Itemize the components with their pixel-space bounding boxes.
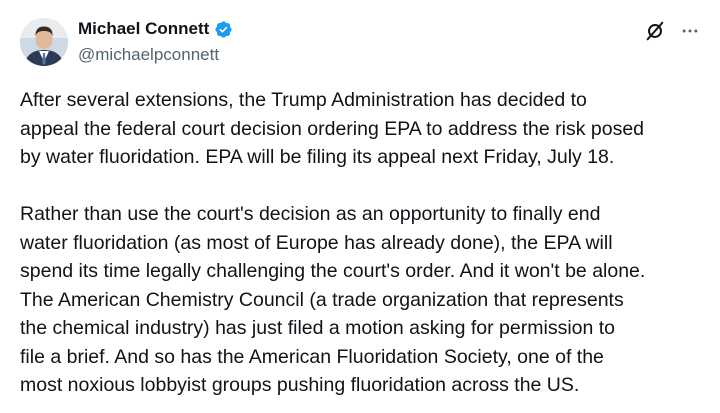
grok-icon[interactable] [644, 20, 666, 42]
profile-photo [20, 18, 68, 66]
author-name-row[interactable]: Michael Connett [78, 19, 233, 39]
more-options-icon[interactable] [680, 21, 700, 41]
tweet-header: Michael Connett @michaelpconnett [20, 16, 700, 68]
avatar[interactable] [20, 18, 68, 66]
author-display-name[interactable]: Michael Connett [78, 19, 209, 39]
tweet-actions [644, 20, 700, 42]
author-handle[interactable]: @michaelpconnett [78, 45, 219, 65]
tweet-paragraph: Rather than use the court's decision as … [20, 203, 646, 396]
verified-badge-icon [215, 20, 232, 38]
tweet-paragraph: After several extensions, the Trump Admi… [20, 89, 645, 168]
tweet-text: After several extensions, the Trump Admi… [20, 86, 710, 400]
